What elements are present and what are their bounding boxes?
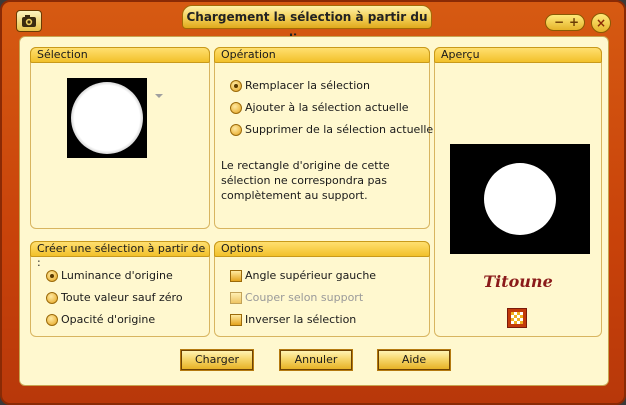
- option-invert[interactable]: Inverser la sélection: [245, 313, 356, 326]
- option-crop-to-canvas: Couper selon support: [245, 291, 364, 304]
- selection-group-label: Sélection: [30, 47, 210, 63]
- operation-description: Le rectangle d'origine de cette sélectio…: [221, 159, 390, 202]
- radio-opacity[interactable]: [46, 314, 58, 326]
- radio-replace[interactable]: [230, 80, 242, 92]
- preview-group-label: Aperçu: [434, 47, 602, 63]
- options-group: Options Angle supérieur gauche Couper se…: [214, 241, 430, 337]
- create-from-group: Créer une sélection à partir de : Lumina…: [30, 241, 210, 337]
- option-luminance[interactable]: Luminance d'origine: [61, 269, 173, 282]
- operation-group-label: Opération: [214, 47, 430, 63]
- camera-icon[interactable]: [16, 10, 42, 32]
- chevron-down-icon[interactable]: [155, 94, 163, 98]
- preview-group: Aperçu Titoune: [434, 47, 602, 337]
- dialog-window: Chargement la sélection à partir du disq…: [0, 0, 626, 405]
- preview-circle: [484, 163, 556, 235]
- circle-mask-preview: [71, 82, 143, 154]
- operation-group: Opération Remplacer la sélection Ajouter…: [214, 47, 433, 229]
- window-controls: − +: [545, 14, 585, 31]
- minimize-button[interactable]: −: [554, 15, 564, 30]
- option-add[interactable]: Ajouter à la sélection actuelle: [245, 101, 409, 114]
- radio-nonzero[interactable]: [46, 292, 58, 304]
- radio-subtract[interactable]: [230, 124, 242, 136]
- maximize-button[interactable]: +: [569, 15, 579, 30]
- title-bar[interactable]: Chargement la sélection à partir du disq…: [2, 2, 624, 46]
- option-nonzero[interactable]: Toute valeur sauf zéro: [61, 291, 183, 304]
- dialog-body: Sélection Opération Remplacer la sélecti…: [19, 36, 609, 386]
- close-button[interactable]: ×: [591, 13, 611, 33]
- cancel-button[interactable]: Annuler: [280, 350, 352, 370]
- radio-add[interactable]: [230, 102, 242, 114]
- load-button[interactable]: Charger: [181, 350, 253, 370]
- watermark-logo: Titoune: [483, 272, 553, 291]
- checkbox-crop-to-canvas: [230, 292, 242, 304]
- create-from-group-label: Créer une sélection à partir de :: [30, 241, 210, 269]
- checkbox-invert[interactable]: [230, 314, 242, 326]
- radio-luminance[interactable]: [46, 270, 58, 282]
- selection-group: Sélection: [30, 47, 210, 229]
- option-opacity[interactable]: Opacité d'origine: [61, 313, 155, 326]
- options-group-label: Options: [214, 241, 430, 257]
- checkbox-top-left[interactable]: [230, 270, 242, 282]
- window-title: Chargement la sélection à partir du disq…: [182, 5, 432, 46]
- transparency-toggle-icon[interactable]: [507, 308, 527, 328]
- selection-thumbnail[interactable]: [67, 78, 147, 158]
- help-button[interactable]: Aide: [378, 350, 450, 370]
- preview-canvas: [450, 144, 590, 254]
- option-top-left[interactable]: Angle supérieur gauche: [245, 269, 376, 282]
- option-subtract[interactable]: Supprimer de la sélection actuelle: [245, 123, 433, 136]
- option-replace[interactable]: Remplacer la sélection: [245, 79, 370, 92]
